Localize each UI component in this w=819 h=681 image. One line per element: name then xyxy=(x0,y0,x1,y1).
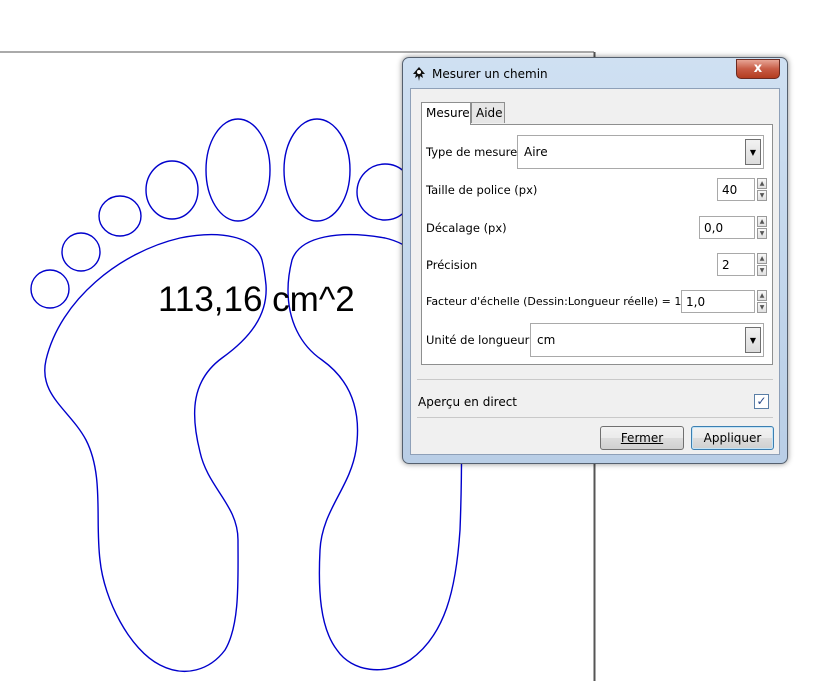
precision-stepper[interactable]: ▲ ▼ xyxy=(757,253,767,276)
dialog-body: Mesurer Aide Type de mesure : Aire ▼ Tai… xyxy=(410,88,780,455)
length-unit-value: cm xyxy=(537,333,556,347)
chevron-down-icon[interactable]: ▼ xyxy=(745,139,761,165)
divider xyxy=(417,417,773,418)
font-size-label: Taille de police (px) xyxy=(426,183,538,197)
tab-help[interactable]: Aide xyxy=(471,102,505,123)
spin-down-icon[interactable]: ▼ xyxy=(757,302,767,313)
spin-up-icon[interactable]: ▲ xyxy=(757,216,767,227)
spin-down-icon[interactable]: ▼ xyxy=(757,228,767,239)
right-big-toe[interactable] xyxy=(283,118,351,222)
spin-up-icon[interactable]: ▲ xyxy=(757,290,767,301)
inkscape-icon xyxy=(413,67,425,81)
font-size-stepper[interactable]: ▲ ▼ xyxy=(757,178,767,201)
close-window-button[interactable]: x xyxy=(736,59,780,79)
measure-path-dialog: Mesurer un chemin x Mesurer Aide Type de… xyxy=(402,57,788,464)
live-preview-label: Aperçu en direct xyxy=(418,395,518,409)
precision-value: 2 xyxy=(722,258,730,272)
precision-label: Précision xyxy=(426,258,478,272)
chevron-down-icon[interactable]: ▼ xyxy=(745,327,761,353)
spin-up-icon[interactable]: ▲ xyxy=(757,253,767,264)
scale-spinbox[interactable]: 1,0 xyxy=(681,290,755,313)
tab-measure[interactable]: Mesurer xyxy=(421,102,471,125)
close-button[interactable]: Fermer xyxy=(600,426,684,450)
scale-label: Facteur d'échelle (Dessin:Longueur réell… xyxy=(426,295,682,308)
close-button-label: Fermer xyxy=(620,431,664,445)
scale-stepper[interactable]: ▲ ▼ xyxy=(757,290,767,313)
scale-value: 1,0 xyxy=(686,295,706,309)
offset-label: Décalage (px) xyxy=(426,221,507,235)
offset-value: 0,0 xyxy=(704,221,724,235)
live-preview-checkbox[interactable]: ✓ xyxy=(754,394,769,409)
font-size-value: 40 xyxy=(722,183,738,197)
measure-type-label: Type de mesure : xyxy=(426,145,525,159)
dialog-title: Mesurer un chemin xyxy=(432,67,548,81)
left-toe-4[interactable] xyxy=(61,232,101,272)
spin-down-icon[interactable]: ▼ xyxy=(757,265,767,276)
font-size-spinbox[interactable]: 40 xyxy=(717,178,755,201)
precision-spinbox[interactable]: 2 xyxy=(717,253,755,276)
apply-button[interactable]: Appliquer xyxy=(691,426,774,450)
spin-up-icon[interactable]: ▲ xyxy=(757,178,767,189)
measure-type-select[interactable]: Aire ▼ xyxy=(517,135,764,169)
offset-stepper[interactable]: ▲ ▼ xyxy=(757,216,767,239)
left-toe-3[interactable] xyxy=(98,195,142,237)
left-toe-5[interactable] xyxy=(30,269,70,309)
left-toe-2[interactable] xyxy=(145,160,199,220)
apply-button-label: Appliquer xyxy=(703,431,762,445)
length-unit-select[interactable]: cm ▼ xyxy=(530,323,764,357)
offset-spinbox[interactable]: 0,0 xyxy=(699,216,755,239)
dialog-titlebar[interactable]: Mesurer un chemin x xyxy=(403,58,787,88)
measure-panel: Type de mesure : Aire ▼ Taille de police… xyxy=(421,124,773,365)
divider xyxy=(417,379,773,380)
measurement-text[interactable]: 113,16 cm^2 xyxy=(158,280,355,320)
spin-down-icon[interactable]: ▼ xyxy=(757,190,767,201)
length-unit-label: Unité de longueur : xyxy=(426,333,537,347)
measure-type-value: Aire xyxy=(524,145,548,159)
left-big-toe[interactable] xyxy=(205,118,271,222)
